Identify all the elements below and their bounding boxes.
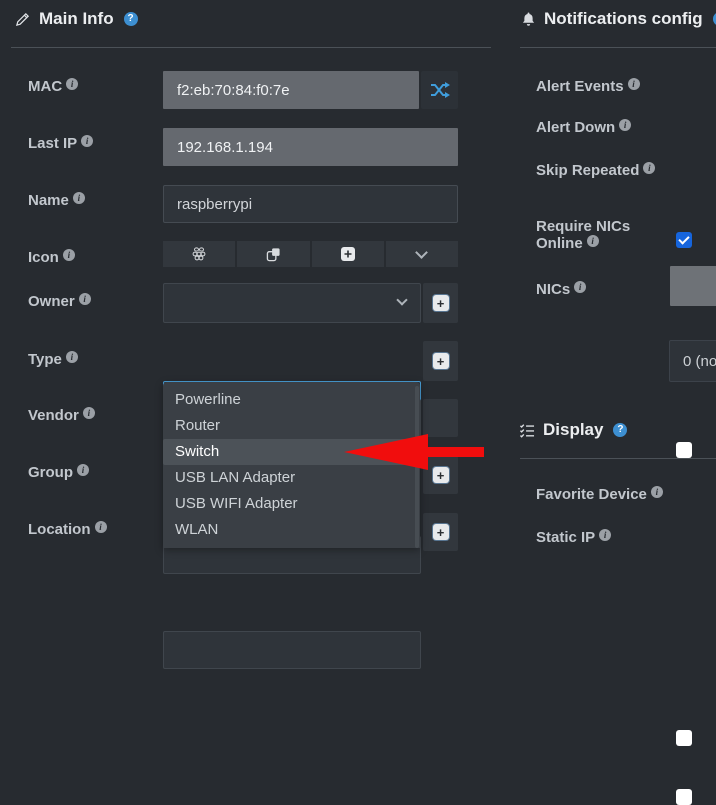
location-select[interactable] [163, 631, 421, 669]
add-owner-button[interactable]: + [423, 283, 458, 323]
randomize-mac-button[interactable] [421, 71, 458, 109]
dropdown-option[interactable]: USB WIFI Adapter [163, 491, 420, 517]
plus-icon: + [433, 353, 449, 369]
nics-input[interactable] [670, 266, 716, 306]
static-ip-label: Static IPi [536, 529, 611, 546]
mac-label: MACi [28, 78, 78, 95]
raspberry-pi-icon [191, 246, 207, 262]
info-icon[interactable]: i [619, 119, 631, 131]
skip-repeated-label: Skip Repeatedi [536, 162, 655, 179]
info-icon[interactable]: i [77, 464, 89, 476]
plus-icon: + [433, 524, 449, 540]
copy-icon-button[interactable] [237, 241, 309, 267]
notifications-divider [520, 47, 716, 48]
info-icon[interactable]: i [574, 281, 586, 293]
alert-events-label: Alert Eventsi [536, 78, 640, 95]
static-ip-checkbox[interactable] [676, 789, 692, 805]
location-label: Locationi [28, 521, 107, 538]
chevron-down-icon [416, 246, 429, 259]
info-icon[interactable]: i [73, 192, 85, 204]
add-icon-button[interactable] [312, 241, 384, 267]
name-label: Namei [28, 192, 85, 209]
info-icon[interactable]: i [83, 407, 95, 419]
info-icon[interactable]: i [643, 162, 655, 174]
type-label: Typei [28, 351, 78, 368]
info-icon[interactable]: i [66, 78, 78, 90]
nics-label: NICsi [536, 281, 586, 298]
mac-input[interactable]: f2:eb:70:84:f0:7e [163, 71, 419, 109]
add-location-button[interactable]: + [423, 513, 458, 551]
owner-label: Owneri [28, 293, 91, 310]
group-label: Groupi [28, 464, 89, 481]
favorite-device-label: Favorite Devicei [536, 486, 663, 503]
info-icon[interactable]: i [81, 135, 93, 147]
icon-label: Iconi [28, 249, 75, 266]
plus-square-icon [340, 246, 356, 262]
help-icon[interactable]: ? [613, 423, 627, 437]
info-icon[interactable]: i [95, 521, 107, 533]
tasks-icon [519, 423, 535, 438]
main-info-divider [11, 47, 491, 48]
plus-icon: + [433, 295, 449, 311]
dropdown-option[interactable]: WLAN [163, 517, 420, 543]
require-nics-label: Require NICs Onlinei [536, 218, 654, 252]
name-input[interactable]: raspberrypi [163, 185, 458, 223]
expand-icons-button[interactable] [386, 241, 458, 267]
chevron-down-icon [396, 294, 407, 305]
help-icon[interactable]: ? [124, 12, 138, 26]
main-info-title: Main Info [39, 9, 114, 29]
info-icon[interactable]: i [63, 249, 75, 261]
info-icon[interactable]: i [599, 529, 611, 541]
notifications-header: Notifications config ? [521, 9, 716, 29]
vendor-label: Vendori [28, 407, 95, 424]
display-header: Display ? [519, 420, 627, 440]
info-icon[interactable]: i [79, 293, 91, 305]
favorite-device-checkbox[interactable] [676, 730, 692, 746]
skip-repeated-select[interactable]: 0 (not [669, 340, 716, 382]
pencil-icon [14, 11, 31, 28]
display-title: Display [543, 420, 603, 440]
shuffle-icon [430, 82, 450, 98]
require-nics-checkbox[interactable] [676, 442, 692, 458]
alert-down-label: Alert Downi [536, 119, 631, 136]
add-type-button[interactable]: + [423, 341, 458, 381]
red-arrow-left [340, 432, 486, 472]
owner-select[interactable] [163, 283, 421, 323]
display-divider [520, 458, 716, 459]
info-icon[interactable]: i [628, 78, 640, 90]
icon-toolbar [163, 241, 458, 267]
last-ip-input[interactable]: 192.168.1.194 [163, 128, 458, 166]
alert-events-checkbox[interactable] [676, 232, 692, 248]
bell-icon [521, 11, 536, 27]
dropdown-option[interactable]: Powerline [163, 387, 420, 413]
info-icon[interactable]: i [66, 351, 78, 363]
info-icon[interactable]: i [651, 486, 663, 498]
current-icon-button[interactable] [163, 241, 235, 267]
notifications-title: Notifications config [544, 9, 703, 29]
info-icon[interactable]: i [587, 235, 599, 247]
main-info-header: Main Info ? [14, 9, 138, 29]
last-ip-label: Last IPi [28, 135, 93, 152]
copy-icon [266, 247, 281, 262]
